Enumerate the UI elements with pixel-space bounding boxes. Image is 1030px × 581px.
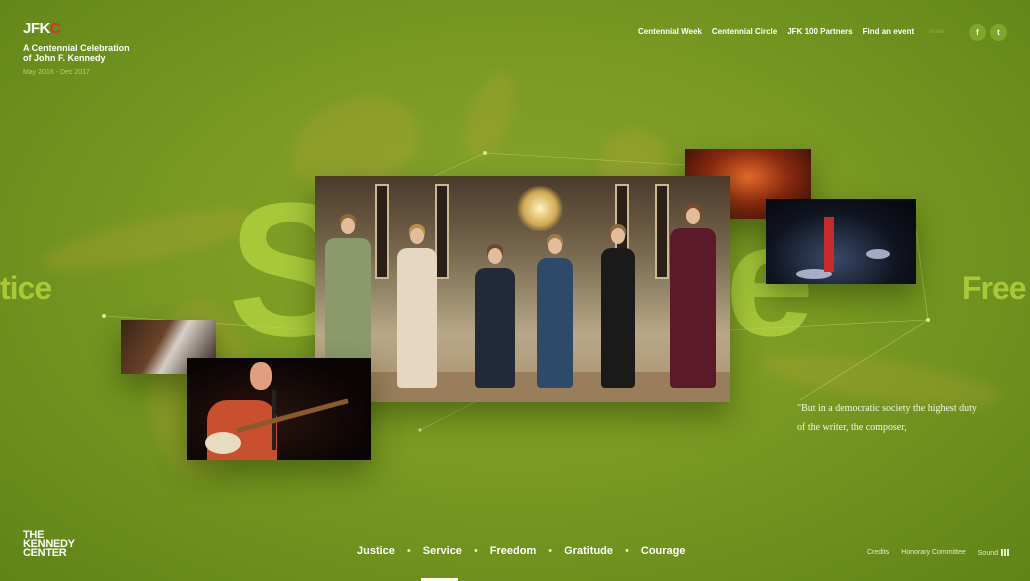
banjo-body xyxy=(205,432,241,454)
church-window xyxy=(655,184,669,279)
social-links: f t xyxy=(969,24,1007,41)
banjo-player-photo[interactable] xyxy=(187,358,371,460)
sound-label: Sound xyxy=(977,550,999,557)
nav-jfk100-partners[interactable]: JFK 100 Partners xyxy=(787,27,852,36)
footer-links: Credits Honorary Committee Sound xyxy=(867,549,1010,557)
stage-floor xyxy=(315,372,730,402)
singer xyxy=(397,224,437,388)
musician-face xyxy=(250,362,272,390)
logo-accent-c: C xyxy=(49,20,61,37)
church-window xyxy=(435,184,449,279)
separator-dot: • xyxy=(473,545,478,557)
values-navigation: Justice • Service • Freedom • Gratitude … xyxy=(357,545,686,557)
credits-link[interactable]: Credits xyxy=(867,549,889,557)
site-tagline: A Centennial Celebration of John F. Kenn… xyxy=(23,43,130,63)
singer xyxy=(670,204,716,388)
share-label-faint: share xyxy=(929,29,945,35)
dance-performance-photo[interactable] xyxy=(766,199,916,284)
singer xyxy=(475,244,515,388)
celebration-dates: May 2016 - Dec 2017 xyxy=(23,69,90,76)
top-navigation: Centennial Week Centennial Circle JFK 10… xyxy=(638,27,924,36)
separator-dot: • xyxy=(406,545,411,557)
church-window xyxy=(375,184,389,279)
separator-dot: • xyxy=(625,545,629,557)
singer xyxy=(601,224,635,388)
value-tab-freedom[interactable]: Freedom xyxy=(490,545,536,557)
honorary-committee-link[interactable]: Honorary Committee xyxy=(901,549,966,557)
hero-side-word-left: tice xyxy=(0,270,52,306)
sound-bars-icon xyxy=(1001,549,1010,556)
hero-side-word-right: Free xyxy=(962,270,1027,306)
separator-dot: • xyxy=(548,545,553,557)
stage-spotlight xyxy=(866,249,890,259)
ghost-figure-arm xyxy=(455,65,525,165)
value-tab-gratitude[interactable]: Gratitude xyxy=(564,545,613,557)
nav-centennial-week[interactable]: Centennial Week xyxy=(638,27,702,36)
logo-text: JFK xyxy=(23,20,50,37)
choir-singers-photo[interactable] xyxy=(315,176,730,402)
value-tab-courage[interactable]: Courage xyxy=(641,545,686,557)
singer xyxy=(537,234,573,388)
kennedy-center-logo[interactable]: THE KENNEDY CENTER xyxy=(23,530,75,559)
kc-logo-line: CENTER xyxy=(23,547,67,559)
nav-centennial-circle[interactable]: Centennial Circle xyxy=(712,27,777,36)
dancer-figure xyxy=(824,217,834,272)
value-tab-service[interactable]: Service xyxy=(423,545,462,557)
twitter-icon[interactable]: t xyxy=(990,24,1007,41)
sound-toggle[interactable]: Sound xyxy=(977,549,1010,557)
facebook-icon[interactable]: f xyxy=(969,24,986,41)
nav-find-an-event[interactable]: Find an event xyxy=(863,27,915,36)
chandelier xyxy=(515,186,565,231)
featured-quote: "But in a democratic society the highest… xyxy=(797,403,977,433)
value-tab-justice[interactable]: Justice xyxy=(357,545,395,557)
jfkc-logo[interactable]: JFKC xyxy=(23,20,61,37)
